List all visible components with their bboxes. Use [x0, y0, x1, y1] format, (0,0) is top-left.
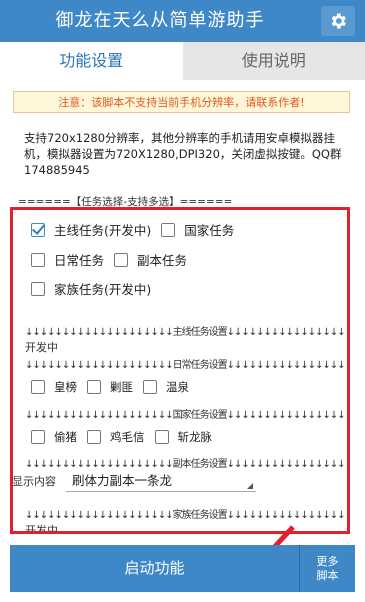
more-scripts-line2: 脚本 — [316, 568, 339, 582]
country-option-2[interactable]: 鸡毛信 — [87, 429, 145, 445]
daily-option-3-label: 温泉 — [166, 380, 189, 394]
bottom-action-bar: 启动功能 更多 脚本 — [10, 545, 355, 592]
daily-option-3-checkbox[interactable] — [143, 380, 157, 394]
country-options-row: 偷猪 鸡毛信 斩龙脉 — [31, 429, 222, 445]
task-daily-label: 日常任务 — [54, 253, 105, 268]
gear-icon — [331, 13, 346, 29]
country-option-2-checkbox[interactable] — [87, 430, 101, 444]
app-title: 御龙在天么从简单游助手 — [55, 10, 265, 31]
daily-option-2-label: 剿匪 — [110, 380, 133, 394]
display-content-row: 显示内容 刷体力副本一条龙 — [12, 470, 256, 492]
tab-function-settings[interactable]: 功能设置 — [0, 42, 183, 80]
dungeon-task-settings-divider: ↓↓↓↓↓↓↓↓↓↓↓↓↓↓↓↓↓↓↓↓副本任务设置↓↓↓↓↓↓↓↓↓↓↓↓↓↓… — [25, 459, 350, 470]
country-option-1-label: 偷猪 — [54, 430, 77, 444]
country-option-2-label: 鸡毛信 — [110, 430, 145, 444]
family-task-settings-divider: ↓↓↓↓↓↓↓↓↓↓↓↓↓↓↓↓↓↓↓↓家族任务设置↓↓↓↓↓↓↓↓↓↓↓↓↓↓… — [25, 510, 350, 521]
main-task-dev-note: 开发中 — [25, 341, 58, 354]
task-daily-checkbox[interactable] — [31, 252, 45, 267]
country-option-3-checkbox[interactable] — [154, 430, 169, 444]
task-country-option[interactable]: 国家任务 — [161, 220, 234, 239]
more-scripts-line1: 更多 — [316, 554, 339, 568]
task-dungeon-option[interactable]: 副本任务 — [114, 250, 187, 269]
task-main-option[interactable]: 主线任务(开发中) — [31, 220, 151, 239]
country-option-1[interactable]: 偷猪 — [31, 429, 77, 445]
task-dungeon-checkbox[interactable] — [114, 252, 129, 267]
daily-option-1-label: 皇榜 — [54, 380, 77, 394]
task-row-2: 日常任务 副本任务 — [31, 250, 197, 269]
resolution-warning: 注意：该脚本不支持当前手机分辨率，请联系作者! — [13, 91, 350, 113]
family-task-dev-note: 开发中 — [25, 524, 58, 534]
support-info-text: 支持720x1280分辨率，其他分辨率的手机请用安卓模拟器挂机，模拟器设置为72… — [24, 131, 342, 177]
task-row-3: 家族任务(开发中) — [31, 279, 161, 298]
task-country-label: 国家任务 — [184, 223, 235, 238]
display-content-label: 显示内容 — [12, 475, 56, 488]
country-option-3-label: 斩龙脉 — [177, 430, 213, 444]
task-family-checkbox[interactable] — [31, 281, 45, 296]
country-option-1-checkbox[interactable] — [31, 430, 45, 444]
task-family-label: 家族任务(开发中) — [54, 282, 152, 297]
display-content-select[interactable]: 刷体力副本一条龙 — [66, 470, 256, 492]
start-function-button[interactable]: 启动功能 — [10, 545, 300, 592]
tab-bar: 功能设置 使用说明 — [0, 42, 365, 80]
task-country-checkbox[interactable] — [161, 222, 176, 237]
dropdown-caret-icon — [247, 483, 253, 489]
country-task-settings-divider: ↓↓↓↓↓↓↓↓↓↓↓↓↓↓↓↓↓↓↓↓国家任务设置↓↓↓↓↓↓↓↓↓↓↓↓↓↓… — [25, 410, 350, 421]
task-main-checkbox[interactable] — [31, 222, 45, 237]
more-scripts-button[interactable]: 更多 脚本 — [300, 545, 355, 592]
main-task-settings-divider: ↓↓↓↓↓↓↓↓↓↓↓↓↓↓↓↓↓↓↓↓主线任务设置↓↓↓↓↓↓↓↓↓↓↓↓↓↓… — [25, 327, 350, 338]
task-family-option[interactable]: 家族任务(开发中) — [31, 279, 151, 298]
country-option-3[interactable]: 斩龙脉 — [154, 429, 213, 445]
daily-option-1-checkbox[interactable] — [31, 380, 45, 394]
daily-task-settings-divider: ↓↓↓↓↓↓↓↓↓↓↓↓↓↓↓↓↓↓↓↓日常任务设置↓↓↓↓↓↓↓↓↓↓↓↓↓↓… — [25, 360, 350, 371]
daily-option-1[interactable]: 皇榜 — [31, 379, 77, 395]
daily-options-row: 皇榜 剿匪 温泉 — [31, 379, 199, 395]
daily-option-2-checkbox[interactable] — [87, 380, 101, 394]
task-main-label: 主线任务(开发中) — [54, 223, 152, 238]
daily-option-2[interactable]: 剿匪 — [87, 379, 133, 395]
task-dungeon-label: 副本任务 — [137, 253, 188, 268]
daily-option-3[interactable]: 温泉 — [143, 379, 189, 395]
title-bar: 御龙在天么从简单游助手 — [0, 0, 365, 42]
task-row-1: 主线任务(开发中) 国家任务 — [31, 220, 244, 239]
display-content-value: 刷体力副本一条龙 — [72, 473, 173, 488]
task-daily-option[interactable]: 日常任务 — [31, 250, 104, 269]
tab-instructions[interactable]: 使用说明 — [182, 42, 365, 80]
settings-button[interactable] — [321, 6, 355, 36]
